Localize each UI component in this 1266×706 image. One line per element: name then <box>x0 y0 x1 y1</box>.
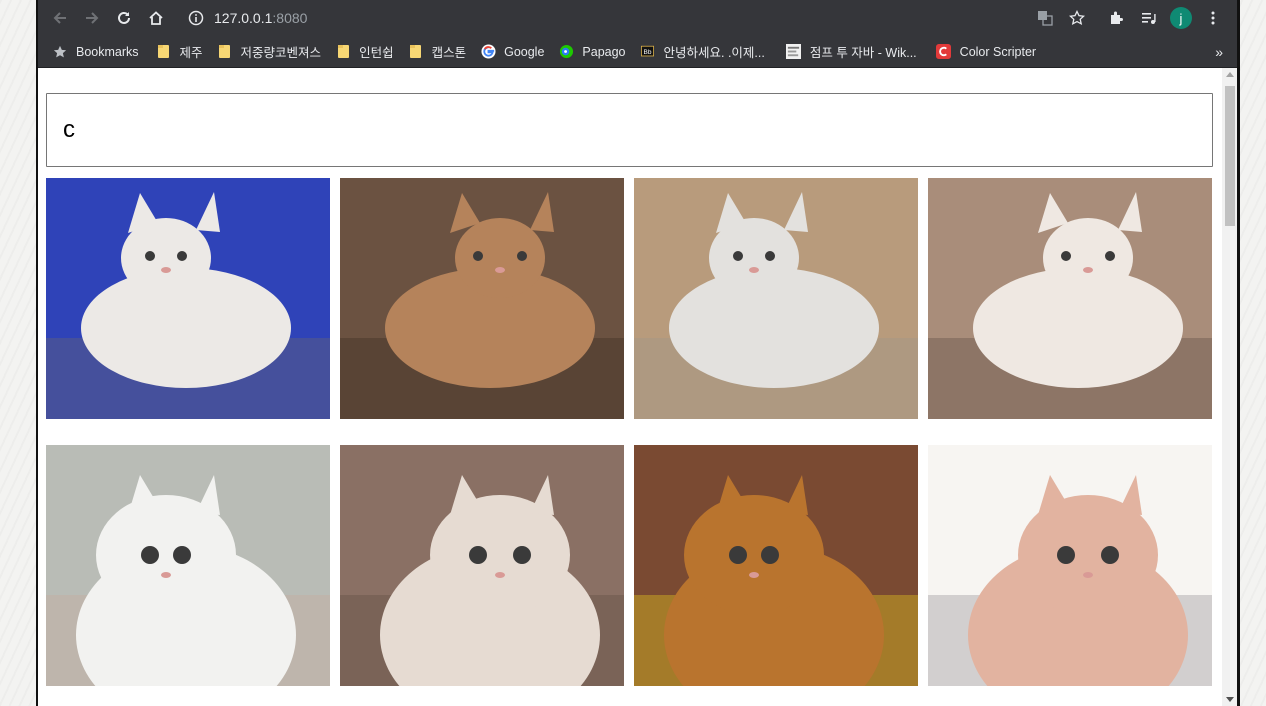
svg-text:Bb: Bb <box>644 49 652 56</box>
bookmark-label: Bookmarks <box>76 44 139 59</box>
bb-icon: Bb <box>640 44 656 60</box>
cat-image-card[interactable] <box>340 445 624 686</box>
bookmark-item[interactable]: Color Scripter <box>924 39 1043 65</box>
bookmark-item[interactable]: 캡스톤 <box>401 39 474 65</box>
cat-image-card[interactable] <box>928 445 1212 686</box>
forward-button[interactable] <box>76 2 108 34</box>
bookmark-label: 제주 <box>179 46 203 60</box>
folder-icon <box>156 44 172 60</box>
cat-photo-orange-yellow <box>634 445 918 686</box>
cat-photo-white-on-floor <box>634 178 918 419</box>
arrow-right-icon <box>86 12 99 24</box>
home-button[interactable] <box>140 2 172 34</box>
bookmark-item[interactable]: Bookmarks <box>38 39 146 65</box>
translate-button[interactable] <box>1029 0 1061 36</box>
bookmark-item[interactable]: 저중량코벤져스 <box>210 39 329 65</box>
bookmark-item[interactable]: Papago <box>551 39 632 65</box>
cat-photo-exotic-closeup <box>340 445 624 686</box>
cat-image-card[interactable] <box>340 178 624 419</box>
bookmark-label: Color Scripter <box>959 44 1037 59</box>
profile-button[interactable]: j <box>1165 0 1197 36</box>
address-bar[interactable]: 127.0.0.1:8080 <box>180 4 1050 32</box>
avatar: j <box>1170 7 1192 29</box>
browser-window: 127.0.0.1:8080 j Bookmarks 제주 저중량코벤져스 인… <box>36 0 1240 706</box>
cat-image-grid <box>46 178 1213 686</box>
bookmark-item[interactable]: 점프 투 자바 - Wik... <box>772 39 924 65</box>
bookmark-label: 점프 투 자바 - Wik... <box>809 46 917 60</box>
bookmark-label: 안녕하세요. .이제... <box>663 46 765 60</box>
page-scrollbar[interactable] <box>1222 68 1237 706</box>
reload-button[interactable] <box>108 2 140 34</box>
folder-icon <box>217 44 233 60</box>
playlist-icon <box>1142 13 1156 24</box>
bookmark-star-button[interactable] <box>1061 0 1093 36</box>
reload-icon <box>118 11 130 24</box>
bookmark-label: Papago <box>582 44 626 59</box>
puzzle-icon <box>1111 11 1123 24</box>
bookmark-label: 저중량코벤져스 <box>240 46 322 60</box>
kebab-menu-icon <box>1211 11 1215 25</box>
cat-photo-himalayan <box>928 178 1212 419</box>
bookmark-label: Google <box>504 44 545 59</box>
google-icon <box>480 44 496 60</box>
url-host: 127.0.0.1 <box>214 10 273 26</box>
cat-photo-sphynx <box>928 445 1212 686</box>
bookmark-label: 인턴쉽 <box>359 46 394 60</box>
home-icon <box>149 11 163 25</box>
bookmark-item[interactable]: Bb 안녕하세요. .이제... <box>633 39 772 65</box>
star-icon <box>52 44 68 60</box>
page-content <box>38 68 1237 706</box>
cat-image-card[interactable] <box>634 178 918 419</box>
scroll-up-arrow[interactable] <box>1226 72 1234 77</box>
bookmark-label: 캡스톤 <box>431 46 467 60</box>
bookmark-item[interactable]: 제주 <box>146 39 210 65</box>
url-port: :8080 <box>272 10 308 26</box>
extensions-button[interactable] <box>1101 0 1133 36</box>
cat-image-card[interactable] <box>928 178 1212 419</box>
search-input[interactable] <box>46 93 1213 167</box>
translate-icon <box>1038 11 1053 26</box>
back-button[interactable] <box>44 2 76 34</box>
cat-image-card[interactable] <box>46 178 330 419</box>
bookmark-item[interactable]: 인턴쉽 <box>328 39 401 65</box>
color-scripter-icon <box>936 44 952 60</box>
cat-image-card[interactable] <box>634 445 918 686</box>
cat-photo-abyssinian-dusk <box>340 178 624 419</box>
papago-icon <box>558 44 574 60</box>
scroll-down-arrow[interactable] <box>1226 697 1234 702</box>
cat-photo-ragdoll <box>46 178 330 419</box>
browser-toolbar: 127.0.0.1:8080 j <box>38 0 1237 36</box>
info-icon[interactable] <box>188 10 204 26</box>
media-control-button[interactable] <box>1133 0 1165 36</box>
menu-button[interactable] <box>1197 0 1229 36</box>
toolbar-actions: j <box>1029 0 1229 36</box>
bookmarks-overflow-button[interactable]: » <box>1215 36 1223 67</box>
scroll-thumb[interactable] <box>1225 86 1235 226</box>
star-outline-icon <box>1069 10 1085 26</box>
cat-image-card[interactable] <box>46 445 330 686</box>
folder-icon <box>335 44 351 60</box>
folder-icon <box>408 44 424 60</box>
cat-photo-white-sitting <box>46 445 330 686</box>
wikidocs-icon <box>786 44 802 60</box>
bookmark-item[interactable]: Google <box>473 39 551 65</box>
bookmarks-bar: Bookmarks 제주 저중량코벤져스 인턴쉽 캡스톤 Google Papa… <box>38 36 1237 68</box>
arrow-left-icon <box>53 12 66 24</box>
